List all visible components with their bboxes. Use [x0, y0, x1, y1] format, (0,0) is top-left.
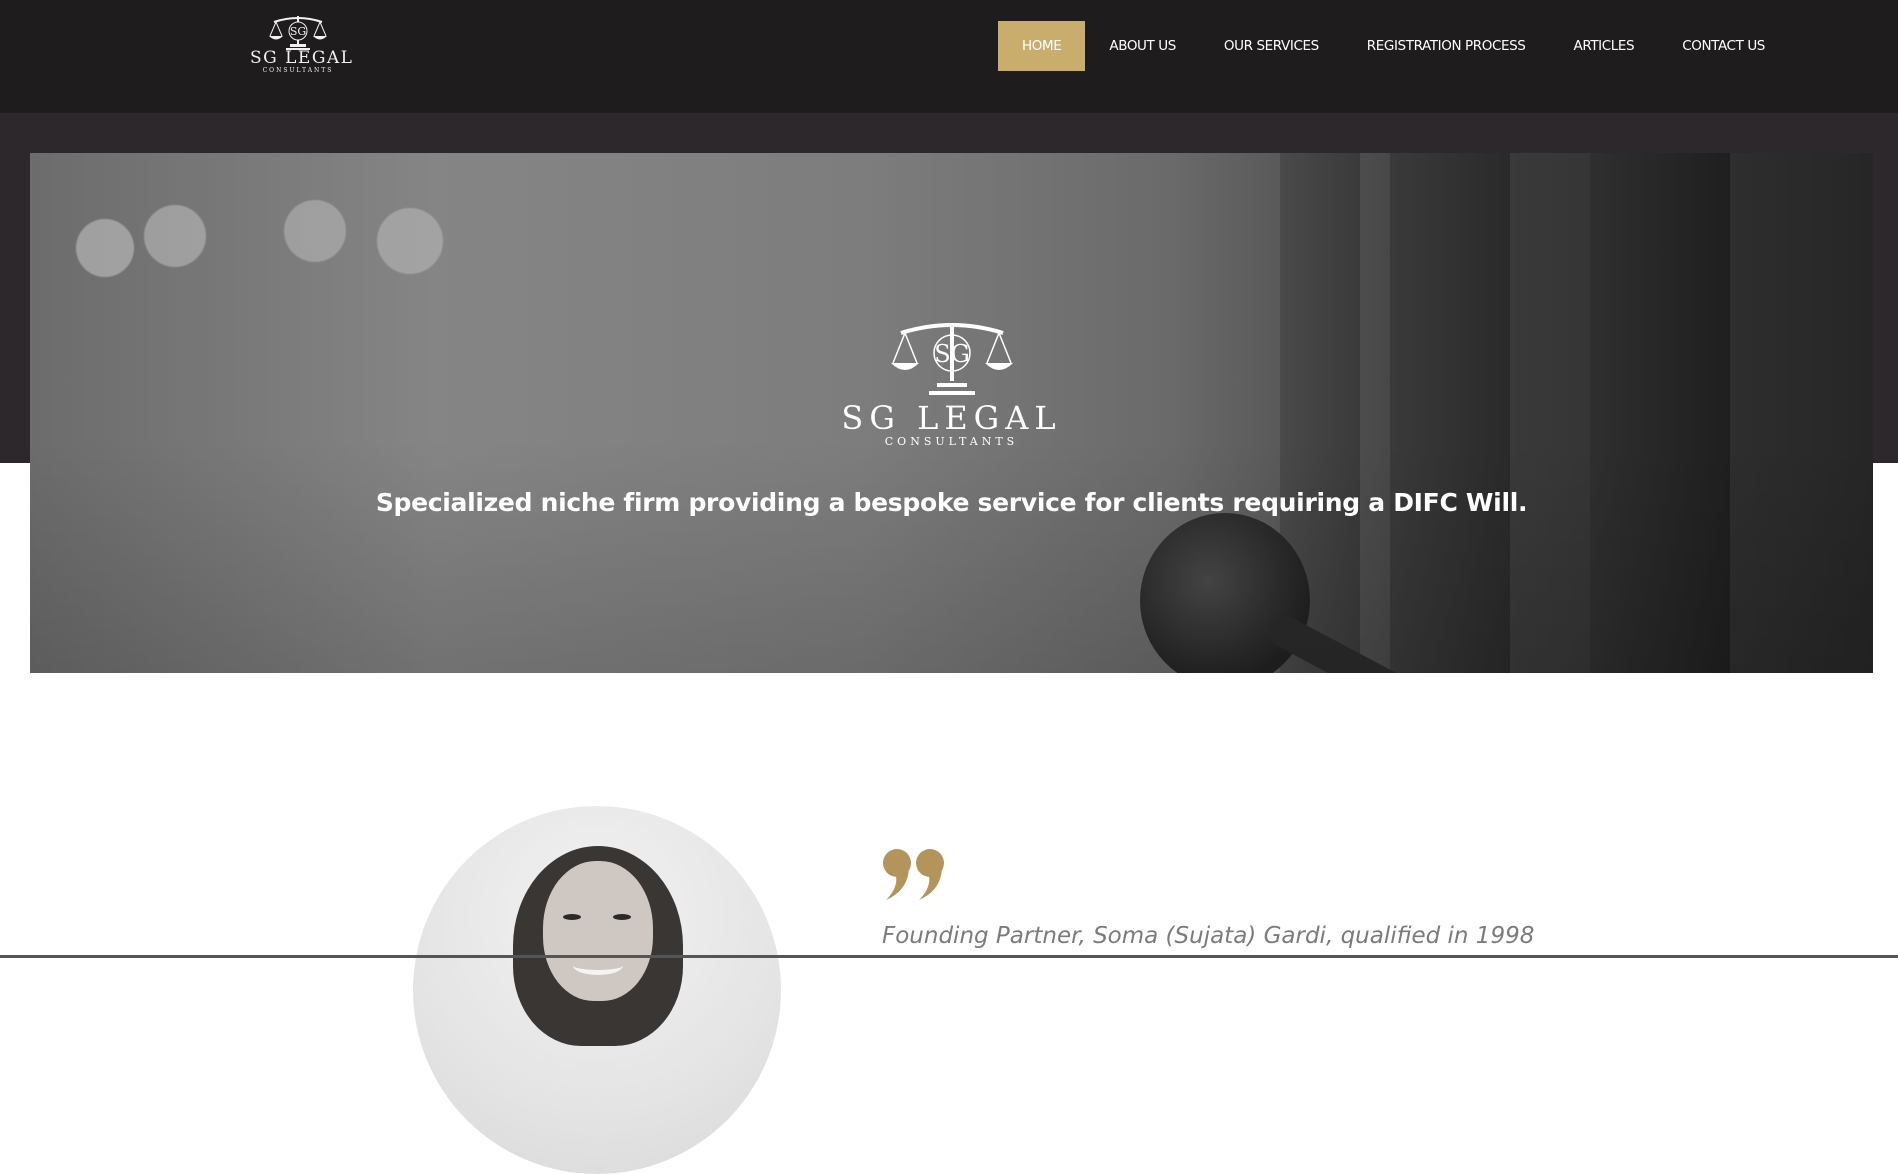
svg-text:SG: SG	[934, 340, 970, 368]
nav-contact-us[interactable]: CONTACT US	[1658, 21, 1789, 71]
hero-logo-subtitle: CONSULTANTS	[884, 435, 1019, 448]
header-logo-brand: SG LEGAL	[250, 48, 354, 68]
svg-text:SG: SG	[290, 25, 306, 38]
hero-banner: SG SG LEGAL CONSULTANTS Specialized nich…	[30, 153, 1873, 673]
nav-home[interactable]: HOME	[998, 21, 1086, 71]
main-nav: HOME ABOUT US OUR SERVICES REGISTRATION …	[998, 21, 1789, 71]
founder-portrait	[413, 806, 781, 1174]
top-navigation-bar: SG SG LEGAL CONSULTANTS HOME ABOUT US OU…	[0, 0, 1898, 113]
nav-articles[interactable]: ARTICLES	[1549, 21, 1658, 71]
header-logo-subtitle: CONSULTANTS	[262, 67, 334, 74]
quote-mark-icon	[883, 849, 944, 900]
nav-registration-process[interactable]: REGISTRATION PROCESS	[1343, 21, 1550, 71]
scales-of-justice-icon: SG	[269, 16, 327, 50]
hero-logo: SG SG LEGAL CONSULTANTS	[30, 313, 1873, 449]
header-logo[interactable]: SG SG LEGAL CONSULTANTS	[250, 12, 354, 82]
hero-tagline: Specialized niche firm providing a bespo…	[375, 488, 1528, 517]
founder-quote: Founding Partner, Soma (Sujata) Gardi, q…	[882, 923, 1535, 949]
nav-our-services[interactable]: OUR SERVICES	[1200, 21, 1343, 71]
hero-logo-brand: SG LEGAL	[841, 399, 1062, 437]
scales-of-justice-icon: SG	[890, 323, 1013, 395]
nav-about-us[interactable]: ABOUT US	[1085, 21, 1200, 71]
